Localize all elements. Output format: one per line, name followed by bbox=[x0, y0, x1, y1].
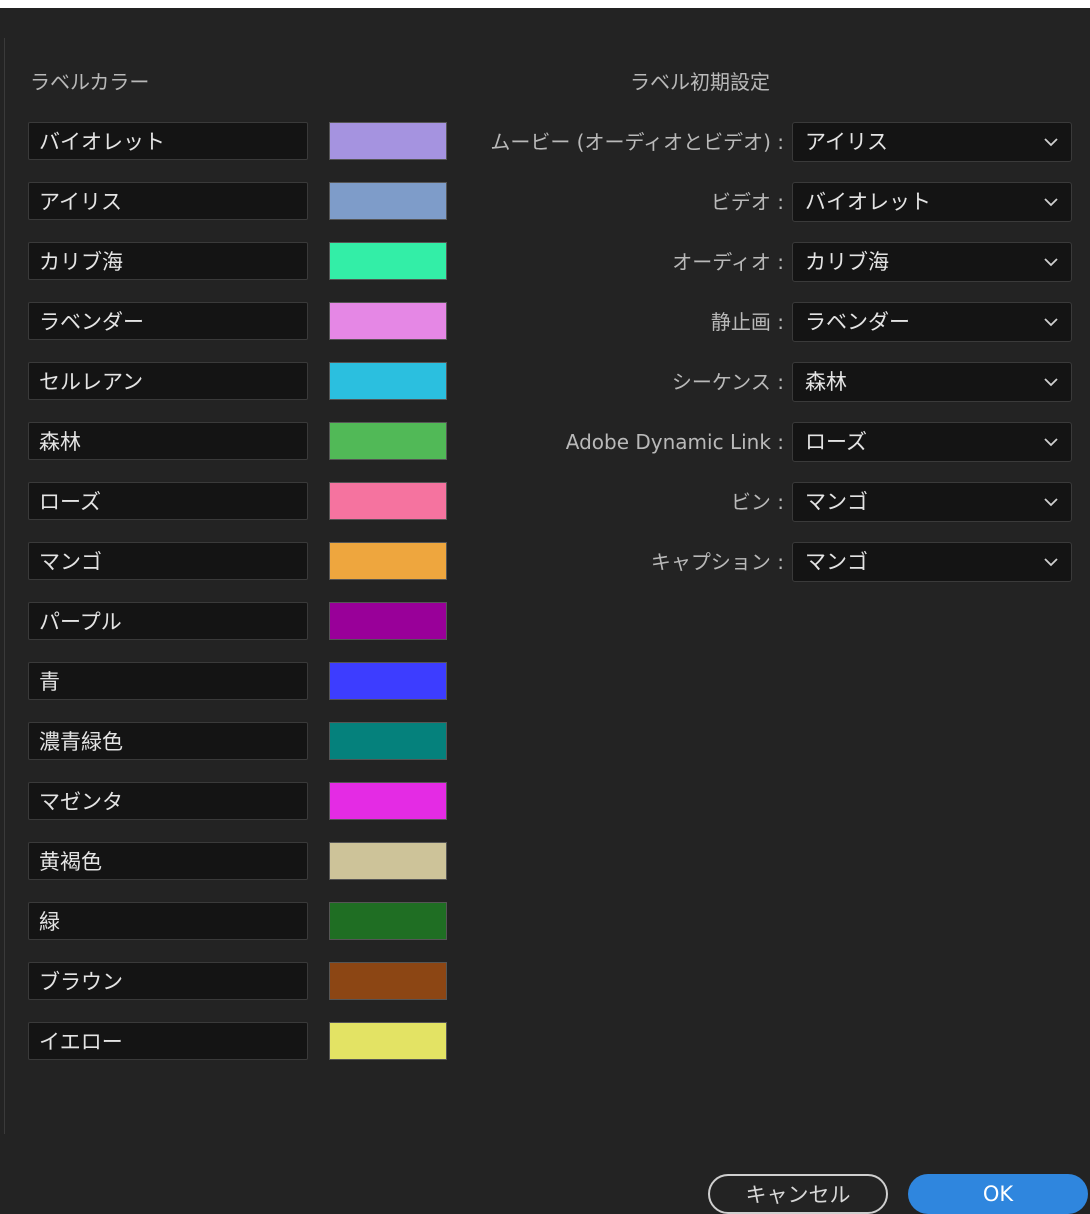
label-color-row: パープル bbox=[28, 602, 448, 642]
label-default-dropdown[interactable]: マンゴ bbox=[792, 482, 1072, 522]
chevron-down-icon bbox=[1043, 123, 1059, 161]
chevron-down-icon bbox=[1043, 483, 1059, 521]
dropdown-value: ラベンダー bbox=[805, 310, 910, 334]
label-name-field[interactable]: 緑 bbox=[28, 902, 308, 940]
label-color-row: ブラウン bbox=[28, 962, 448, 1002]
label-name-field[interactable]: ローズ bbox=[28, 482, 308, 520]
label-default-label: ビン : bbox=[730, 490, 784, 514]
label-color-row: マンゴ bbox=[28, 542, 448, 582]
label-color-swatch[interactable] bbox=[329, 122, 447, 160]
label-name-field[interactable]: 森林 bbox=[28, 422, 308, 460]
label-color-row: マゼンタ bbox=[28, 782, 448, 822]
label-name-field[interactable]: ブラウン bbox=[28, 962, 308, 1000]
label-color-row: 濃青緑色 bbox=[28, 722, 448, 762]
label-colors-title: ラベルカラー bbox=[30, 70, 150, 94]
label-color-swatch[interactable] bbox=[329, 722, 447, 760]
label-color-swatch[interactable] bbox=[329, 842, 447, 880]
label-color-row: カリブ海 bbox=[28, 242, 448, 282]
label-default-label: ビデオ : bbox=[710, 190, 784, 214]
label-default-dropdown[interactable]: カリブ海 bbox=[792, 242, 1072, 282]
label-default-dropdown[interactable]: ラベンダー bbox=[792, 302, 1072, 342]
label-default-dropdown[interactable]: バイオレット bbox=[792, 182, 1072, 222]
label-name-field[interactable]: 濃青緑色 bbox=[28, 722, 308, 760]
label-color-row: 黄褐色 bbox=[28, 842, 448, 882]
label-name-field[interactable]: パープル bbox=[28, 602, 308, 640]
label-color-swatch[interactable] bbox=[329, 902, 447, 940]
label-default-dropdown[interactable]: ローズ bbox=[792, 422, 1072, 462]
label-default-label: キャプション : bbox=[650, 550, 784, 574]
label-color-row: イエロー bbox=[28, 1022, 448, 1062]
label-name-field[interactable]: イエロー bbox=[28, 1022, 308, 1060]
label-color-swatch[interactable] bbox=[329, 242, 447, 280]
dropdown-value: アイリス bbox=[805, 130, 888, 154]
chevron-down-icon bbox=[1043, 363, 1059, 401]
dropdown-value: マンゴ bbox=[805, 550, 868, 574]
label-name-field[interactable]: 黄褐色 bbox=[28, 842, 308, 880]
dropdown-value: 森林 bbox=[805, 370, 847, 394]
label-default-row: Adobe Dynamic Link : ローズ bbox=[460, 422, 1072, 462]
label-name-field[interactable]: アイリス bbox=[28, 182, 308, 220]
label-color-row: ラベンダー bbox=[28, 302, 448, 342]
label-name-field[interactable]: 青 bbox=[28, 662, 308, 700]
left-panel-edge bbox=[0, 38, 5, 1134]
label-default-row: シーケンス : 森林 bbox=[460, 362, 1072, 402]
label-name-field[interactable]: セルレアン bbox=[28, 362, 308, 400]
dropdown-value: カリブ海 bbox=[805, 250, 889, 274]
chevron-down-icon bbox=[1043, 243, 1059, 281]
cancel-button[interactable]: キャンセル bbox=[708, 1174, 888, 1214]
label-color-swatch[interactable] bbox=[329, 1022, 447, 1060]
dropdown-value: マンゴ bbox=[805, 490, 868, 514]
label-name-field[interactable]: バイオレット bbox=[28, 122, 308, 160]
window-top-edge bbox=[0, 0, 1090, 8]
ok-button[interactable]: OK bbox=[908, 1174, 1088, 1214]
label-default-row: ビン : マンゴ bbox=[460, 482, 1072, 522]
label-default-dropdown[interactable]: マンゴ bbox=[792, 542, 1072, 582]
label-color-swatch[interactable] bbox=[329, 422, 447, 460]
label-color-swatch[interactable] bbox=[329, 182, 447, 220]
label-name-field[interactable]: マゼンタ bbox=[28, 782, 308, 820]
label-default-row: ビデオ : バイオレット bbox=[460, 182, 1072, 222]
label-name-field[interactable]: マンゴ bbox=[28, 542, 308, 580]
label-default-row: オーディオ : カリブ海 bbox=[460, 242, 1072, 282]
label-color-swatch[interactable] bbox=[329, 782, 447, 820]
label-color-row: バイオレット bbox=[28, 122, 448, 162]
label-color-swatch[interactable] bbox=[329, 362, 447, 400]
label-default-dropdown[interactable]: 森林 bbox=[792, 362, 1072, 402]
chevron-down-icon bbox=[1043, 303, 1059, 341]
dropdown-value: バイオレット bbox=[805, 190, 931, 214]
label-defaults-title: ラベル初期設定 bbox=[630, 70, 770, 94]
label-color-swatch[interactable] bbox=[329, 662, 447, 700]
dropdown-value: ローズ bbox=[805, 430, 867, 454]
label-name-field[interactable]: ラベンダー bbox=[28, 302, 308, 340]
label-default-label: オーディオ : bbox=[672, 250, 784, 274]
label-color-row: セルレアン bbox=[28, 362, 448, 402]
label-color-row: ローズ bbox=[28, 482, 448, 522]
label-default-row: 静止画 : ラベンダー bbox=[460, 302, 1072, 342]
label-default-label: シーケンス : bbox=[671, 370, 784, 394]
label-color-row: 緑 bbox=[28, 902, 448, 942]
label-color-row: アイリス bbox=[28, 182, 448, 222]
label-name-field[interactable]: カリブ海 bbox=[28, 242, 308, 280]
label-color-row: 青 bbox=[28, 662, 448, 702]
label-default-label: Adobe Dynamic Link : bbox=[565, 430, 784, 454]
label-default-row: ムービー (オーディオとビデオ) : アイリス bbox=[460, 122, 1072, 162]
label-color-swatch[interactable] bbox=[329, 482, 447, 520]
label-color-swatch[interactable] bbox=[329, 962, 447, 1000]
chevron-down-icon bbox=[1043, 423, 1059, 461]
label-default-row: キャプション : マンゴ bbox=[460, 542, 1072, 582]
label-color-swatch[interactable] bbox=[329, 602, 447, 640]
label-color-swatch[interactable] bbox=[329, 542, 447, 580]
label-default-label: ムービー (オーディオとビデオ) : bbox=[490, 130, 784, 154]
label-color-swatch[interactable] bbox=[329, 302, 447, 340]
label-default-label: 静止画 : bbox=[710, 310, 784, 334]
chevron-down-icon bbox=[1043, 183, 1059, 221]
chevron-down-icon bbox=[1043, 543, 1059, 581]
label-color-row: 森林 bbox=[28, 422, 448, 462]
label-default-dropdown[interactable]: アイリス bbox=[792, 122, 1072, 162]
